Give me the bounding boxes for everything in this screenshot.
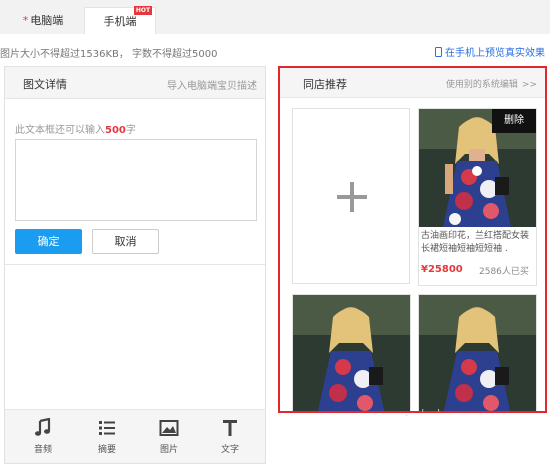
- tool-summary-label: 摘要: [97, 445, 116, 455]
- delete-button[interactable]: 删除: [492, 109, 536, 133]
- hint-suffix: 字: [125, 125, 136, 136]
- product-title: 古油画印花，兰红搭配女装长裙短袖短袖短短袖 .: [421, 231, 530, 254]
- detail-editor-header: 图文详情 导入电脑端宝贝描述: [5, 67, 265, 99]
- confirm-button[interactable]: 确定: [15, 229, 82, 254]
- tool-text[interactable]: 文字: [210, 418, 250, 455]
- tool-summary[interactable]: 摘要: [87, 418, 127, 455]
- required-mark: *: [22, 14, 29, 27]
- text-input-area[interactable]: [15, 139, 257, 221]
- product-price: ¥25800: [421, 264, 463, 275]
- product-card[interactable]: 删除 古油画印花，兰红搭配女装长裙短袖短袖短短袖 . ¥25800 2586人已…: [418, 108, 537, 286]
- tab-pc-label: 电脑端: [30, 14, 64, 27]
- tool-image[interactable]: 图片: [149, 418, 189, 455]
- char-remaining-hint: 此文本框还可以输入500字: [15, 121, 136, 136]
- use-other-system-label: 使用别的系统编辑: [445, 80, 518, 90]
- hot-badge: HOT: [134, 6, 152, 15]
- content-toolbar: 音频 摘要 图片 文字: [5, 409, 265, 463]
- plus-icon-vertical: [350, 182, 354, 212]
- image-icon: [149, 418, 189, 440]
- phone-icon: [435, 47, 442, 57]
- detail-editor-panel: 图文详情 导入电脑端宝贝描述 此文本框还可以输入500字 确定 取消 音频 摘要…: [4, 66, 266, 464]
- store-recommendation-header: 同店推荐 使用别的系统编辑 >>: [280, 68, 545, 98]
- store-recommendation-panel: 同店推荐 使用别的系统编辑 >> 删除 古油画印花，兰红搭配女装长裙短袖短袖短短…: [278, 66, 547, 413]
- tab-mobile-label: 手机端: [103, 15, 137, 28]
- mobile-preview-link[interactable]: 在手机上预览真实效果: [435, 44, 545, 59]
- use-other-system-link[interactable]: 使用别的系统编辑 >>: [446, 77, 537, 90]
- import-pc-description-link[interactable]: 导入电脑端宝贝描述: [167, 77, 257, 92]
- product-thumbnail[interactable]: [418, 294, 537, 411]
- text-icon: [210, 418, 250, 440]
- hint-count: 500: [105, 125, 126, 136]
- list-icon: [87, 418, 127, 440]
- add-product-tile[interactable]: [292, 108, 410, 284]
- store-recommendation-title: 同店推荐: [303, 78, 347, 91]
- tool-text-label: 文字: [220, 445, 239, 455]
- tool-audio[interactable]: 音频: [23, 417, 63, 455]
- product-thumbnail[interactable]: [292, 294, 411, 411]
- music-note-icon: [23, 417, 63, 440]
- hint-prefix: 此文本框还可以输入: [15, 125, 105, 136]
- mobile-preview-label: 在手机上预览真实效果: [445, 48, 545, 59]
- cancel-button[interactable]: 取消: [92, 229, 159, 254]
- double-chevron-right-icon: >>: [521, 80, 537, 90]
- divider: [5, 264, 265, 265]
- tool-image-label: 图片: [159, 445, 178, 455]
- detail-editor-title: 图文详情: [23, 78, 67, 91]
- product-sold-count: 2586人已买: [479, 267, 529, 277]
- faint-watermark-text: . ' ': [405, 408, 446, 419]
- upload-limits-text: 图片大小不得超过1536KB， 字数不得超过5000: [0, 49, 218, 60]
- tab-pc[interactable]: * 电脑端: [8, 7, 78, 34]
- editor-tabs: * 电脑端 手机端 HOT: [0, 0, 550, 34]
- tool-audio-label: 音频: [33, 445, 52, 455]
